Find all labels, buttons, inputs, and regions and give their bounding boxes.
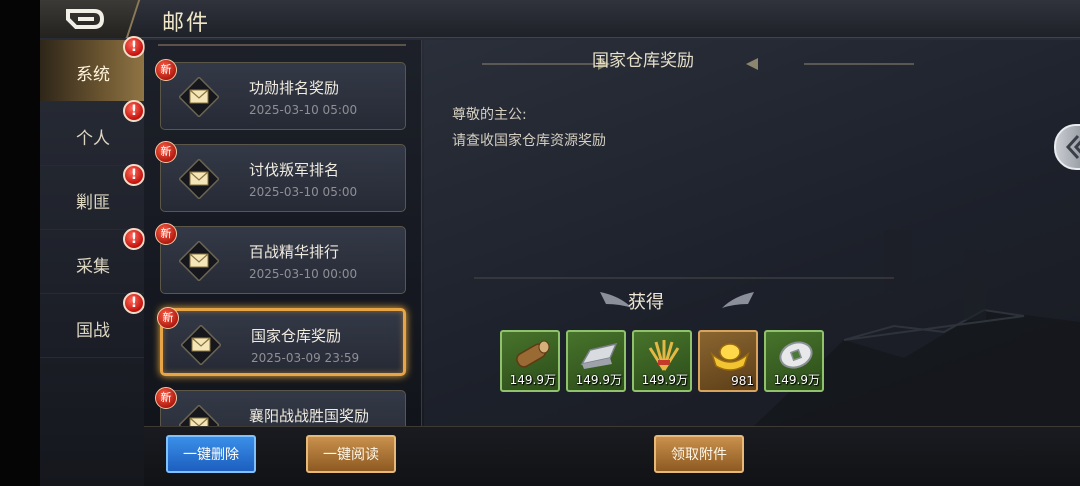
mail-subject: 讨伐叛军排名 — [249, 161, 340, 179]
tab-label: 采集 — [76, 257, 110, 277]
mail-item[interactable]: 新 功勋排名奖励 2025-03-10 05:00 — [155, 59, 406, 130]
category-tabs: 系统 ! 个人 ! 剿匪 ! 采集 ! 国战 ! — [40, 36, 145, 370]
list-divider — [158, 44, 406, 46]
new-badge: 新 — [155, 223, 177, 245]
copper-coin-icon — [779, 341, 813, 369]
mail-subject: 百战精华排行 — [249, 243, 340, 261]
mail-item[interactable]: 新 讨伐叛军排名 2025-03-10 05:00 — [155, 141, 406, 212]
gold-ingot-icon — [710, 343, 750, 371]
iron-ingot-icon — [580, 342, 618, 369]
alert-badge-icon: ! — [123, 228, 145, 250]
back-arrow-icon — [66, 9, 105, 29]
mail-item[interactable]: 新 百战精华排行 2025-03-10 00:00 — [155, 223, 406, 294]
read-all-button[interactable]: 一键阅读 — [306, 435, 396, 473]
new-badge: 新 — [157, 307, 179, 329]
mail-list[interactable]: 新 功勋排名奖励 2025-03-10 05:00 新 讨伐叛军排名 2025-… — [144, 40, 422, 426]
wood-log-icon — [516, 340, 550, 368]
mail-title: 国家仓库奖励 — [592, 51, 694, 71]
double-chevron-left-icon — [1065, 134, 1080, 160]
mail-greeting: 尊敬的主公: — [452, 107, 527, 123]
reward-quantity: 981 — [731, 374, 754, 388]
mail-date: 2025-03-10 05:00 — [249, 103, 358, 117]
top-bar: 邮件 — [40, 0, 1080, 38]
mail-window: 邮件 系统 ! 个人 ! 剿匪 ! 采集 ! 国战 ! 新 功勋排名奖励 202… — [40, 0, 1080, 486]
tab-label: 个人 — [76, 129, 110, 149]
page-title: 邮件 — [162, 11, 211, 36]
alert-badge-icon: ! — [123, 100, 145, 122]
reward-item-grain[interactable]: 149.9万 — [632, 330, 692, 392]
action-bar: 一键删除 一键阅读 领取附件 — [144, 426, 1080, 486]
mail-body: 请查收国家仓库资源奖励 — [452, 133, 606, 149]
reward-quantity: 149.9万 — [773, 373, 820, 387]
reward-item-wood[interactable]: 149.9万 — [500, 330, 560, 392]
screen-edge-left — [0, 0, 40, 486]
reward-item-iron[interactable]: 149.9万 — [566, 330, 626, 392]
mail-date: 2025-03-10 05:00 — [249, 185, 358, 199]
reward-item-coin[interactable]: 149.9万 — [764, 330, 824, 392]
tab-personal[interactable]: 个人 ! — [40, 100, 145, 166]
rewards-heading: 获得 — [628, 292, 664, 313]
mail-item-selected[interactable]: 新 国家仓库奖励 2025-03-09 23:59 — [157, 307, 406, 376]
envelope-icon — [179, 241, 219, 281]
reward-quantity: 149.9万 — [641, 373, 688, 387]
envelope-icon — [179, 405, 219, 426]
envelope-icon — [181, 325, 221, 365]
back-button[interactable] — [40, 0, 140, 38]
wheat-bundle-icon — [648, 340, 680, 371]
reward-quantity: 149.9万 — [575, 373, 622, 387]
tab-label: 剿匪 — [76, 193, 110, 213]
delete-all-button[interactable]: 一键删除 — [166, 435, 256, 473]
alert-badge-icon: ! — [123, 36, 145, 58]
tab-bandits[interactable]: 剿匪 ! — [40, 164, 145, 230]
mail-subject: 功勋排名奖励 — [249, 79, 340, 97]
tab-label: 系统 — [76, 65, 110, 85]
mail-date: 2025-03-09 23:59 — [251, 351, 360, 365]
claim-attachments-button[interactable]: 领取附件 — [654, 435, 744, 473]
expand-side-button[interactable] — [1054, 124, 1080, 170]
tab-label: 国战 — [76, 321, 110, 341]
mail-subject: 国家仓库奖励 — [251, 327, 342, 345]
tab-system[interactable]: 系统 ! — [40, 36, 145, 102]
reward-quantity: 149.9万 — [509, 373, 556, 387]
tab-national-war[interactable]: 国战 ! — [40, 292, 145, 358]
new-badge: 新 — [155, 141, 177, 163]
mail-item[interactable]: 新 襄阳战战胜国奖励 — [155, 387, 406, 426]
alert-badge-icon: ! — [123, 292, 145, 314]
new-badge: 新 — [155, 387, 177, 409]
envelope-icon — [179, 77, 219, 117]
tab-gather[interactable]: 采集 ! — [40, 228, 145, 294]
alert-badge-icon: ! — [123, 164, 145, 186]
reward-item-gold[interactable]: 981 — [698, 330, 758, 392]
mail-subject: 襄阳战战胜国奖励 — [249, 407, 370, 425]
new-badge: 新 — [155, 59, 177, 81]
mail-detail-panel: 国家仓库奖励 尊敬的主公: 请查收国家仓库资源奖励 获得 149.9万 149.… — [424, 40, 1080, 426]
envelope-icon — [179, 159, 219, 199]
mail-date: 2025-03-10 00:00 — [249, 267, 358, 281]
